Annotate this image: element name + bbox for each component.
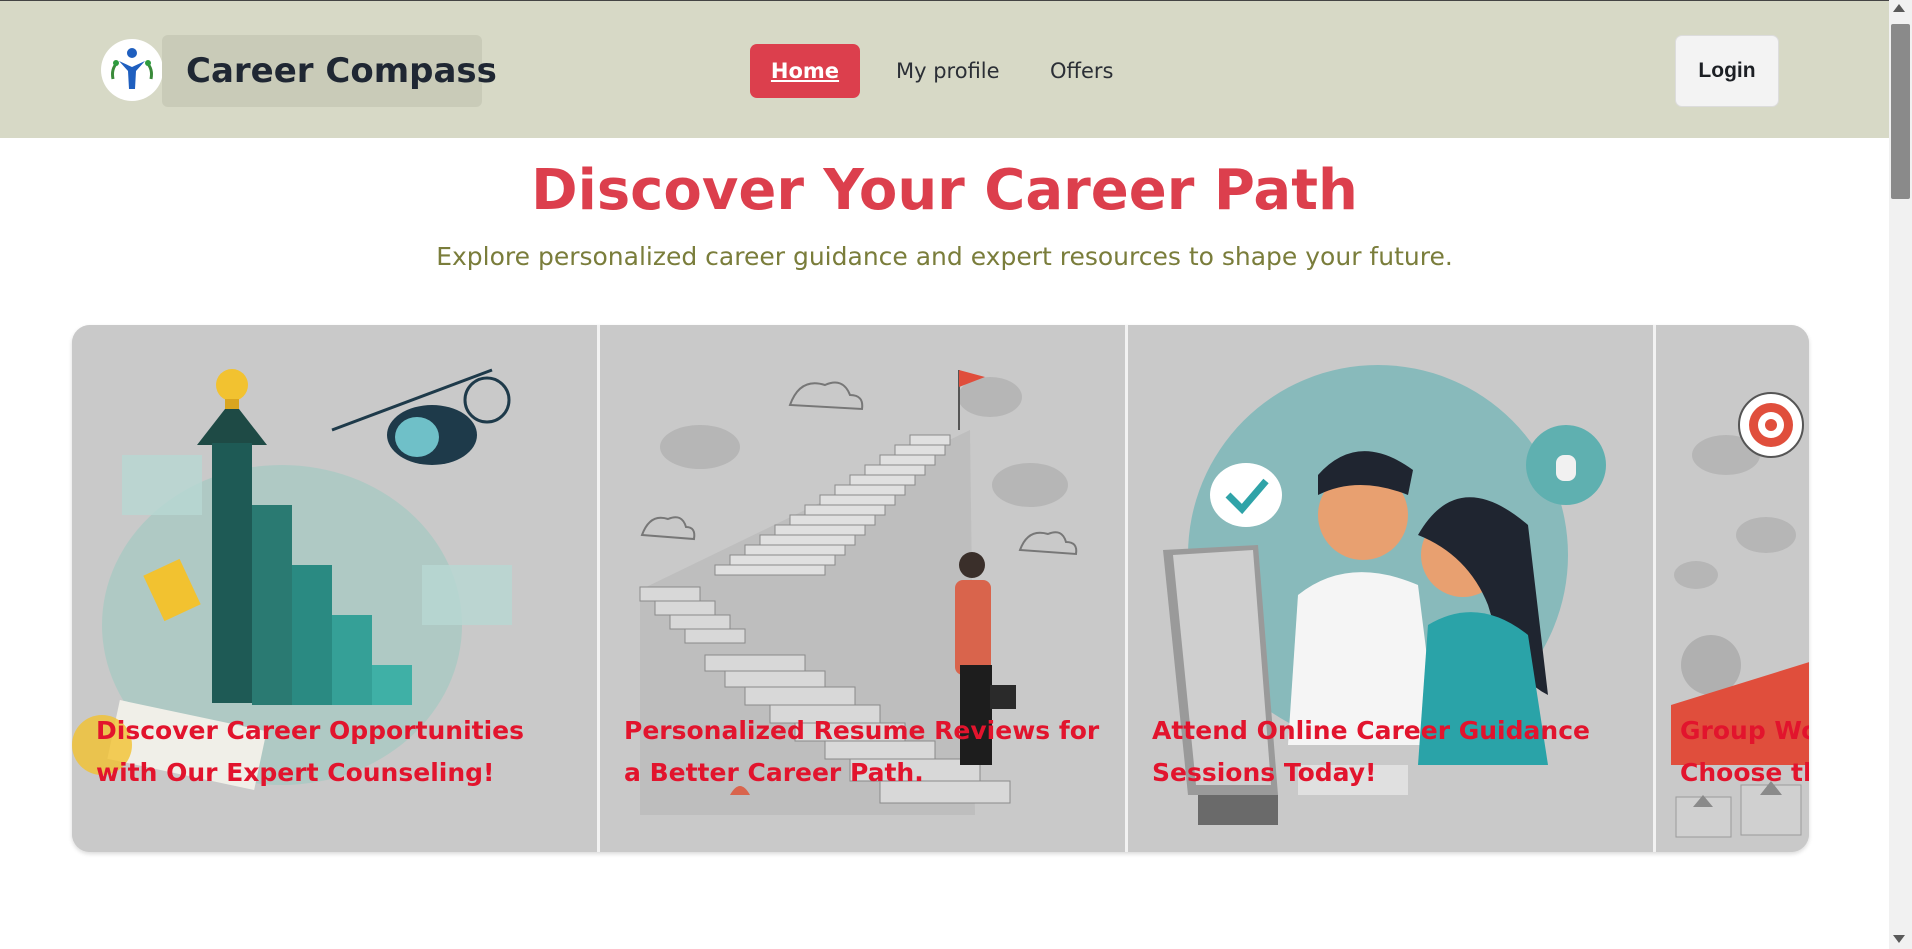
card-caption: Attend Online Career Guidance Sessions T… [1152, 716, 1590, 787]
brand-name: Career Compass [186, 51, 497, 91]
nav-home-link[interactable]: Home [750, 44, 860, 98]
logo-figure-icon [111, 48, 153, 89]
card-caption: Discover Career Opportunities with Our E… [96, 716, 524, 787]
carousel-card[interactable]: Group Workshops to Help You Choose the R… [1656, 325, 1809, 852]
brand[interactable]: Career Compass [162, 35, 497, 107]
logo[interactable] [101, 39, 163, 101]
hero-subtitle: Explore personalized career guidance and… [436, 242, 1453, 271]
carousel-card[interactable]: Personalized Resume Reviews for a Better… [600, 325, 1125, 852]
card-caption: Personalized Resume Reviews for a Better… [624, 716, 1100, 787]
hero-title: Discover Your Career Path [531, 158, 1358, 223]
nav-offers-link[interactable]: Offers [1050, 44, 1114, 98]
card-caption: Group Workshops to Help You Choose the R… [1680, 716, 1809, 787]
nav-my-profile-link[interactable]: My profile [896, 44, 1000, 98]
scroll-down-arrow-icon[interactable] [1893, 935, 1905, 943]
navbar: Career Compass Home My profile Offers Lo… [0, 1, 1889, 138]
scrollbar-thumb[interactable] [1891, 24, 1910, 199]
carousel-card[interactable]: Discover Career Opportunities with Our E… [72, 325, 597, 852]
scroll-up-arrow-icon[interactable] [1893, 4, 1905, 12]
carousel-card[interactable]: Attend Online Career Guidance Sessions T… [1128, 325, 1653, 852]
career-carousel[interactable]: Discover Career Opportunities with Our E… [72, 325, 1809, 852]
login-button[interactable]: Login [1675, 35, 1779, 107]
